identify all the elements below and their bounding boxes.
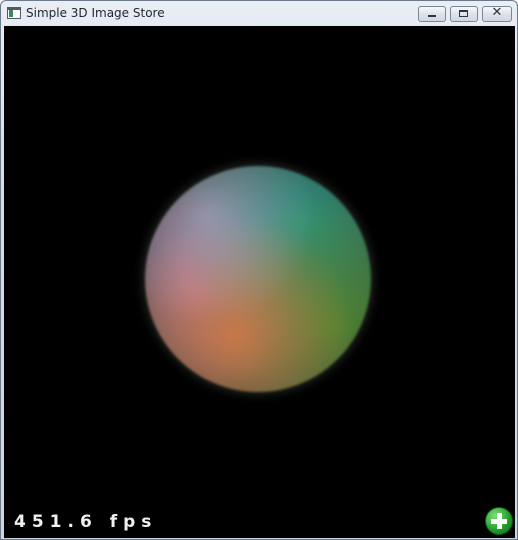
close-button[interactable]: ✕ xyxy=(482,5,512,22)
title-bar[interactable]: Simple 3D Image Store ✕ xyxy=(1,1,517,27)
app-window: Simple 3D Image Store ✕ 451.6 fps xyxy=(0,0,518,540)
3d-viewport[interactable]: 451.6 fps xyxy=(4,26,515,538)
minimize-button[interactable] xyxy=(418,6,446,22)
maximize-button[interactable] xyxy=(450,6,478,22)
app-window-icon[interactable] xyxy=(7,7,21,19)
rendered-sphere xyxy=(145,166,371,392)
add-button[interactable] xyxy=(485,507,513,535)
close-icon: ✕ xyxy=(491,5,503,20)
fps-counter: 451.6 fps xyxy=(14,512,158,532)
window-title: Simple 3D Image Store xyxy=(26,6,165,20)
